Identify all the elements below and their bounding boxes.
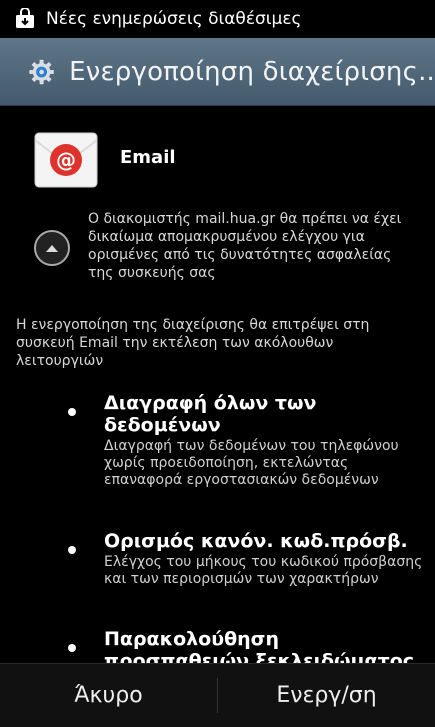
policy-title: Ορισμός κανόν. κωδ.πρόσβ. — [104, 530, 408, 552]
bullet-icon — [68, 644, 76, 652]
email-app-icon: @ — [34, 132, 98, 188]
status-notification-text: Νέες ενημερώσεις διαθέσιμες — [46, 9, 302, 29]
dialog-content[interactable]: @ Email Ο διακομιστής mail.hua.gr θα πρέ… — [0, 106, 435, 663]
app-header: @ Email — [34, 132, 176, 188]
policy-description: Διαγραφή των δεδομένων του τηλεφώνου χωρ… — [104, 438, 399, 488]
policy-description: Ελέγχος του μήκους του κωδικού πρόσβασης… — [104, 554, 423, 587]
policy-title: Διαγραφή όλων των δεδομένων — [104, 392, 317, 436]
cancel-button[interactable]: Άκυρο — [0, 664, 217, 727]
update-bag-icon — [16, 8, 34, 28]
activate-button[interactable]: Ενεργ/ση — [218, 664, 435, 727]
admin-intro-text: Η ενεργοποίηση της διαχείρισης θα επιτρέ… — [16, 317, 370, 369]
policy-title: Παρακολούθηση προσπαθειών ξεκλειδώματος … — [104, 628, 415, 663]
server-notice-text: Ο διακομιστής mail.hua.gr θα πρέπει να έ… — [88, 211, 402, 281]
dialog-title: Ενεργοποίηση διαχείρισης.. — [69, 56, 435, 87]
svg-text:@: @ — [56, 148, 76, 172]
chevron-up-icon — [46, 245, 58, 252]
bullet-icon — [68, 546, 76, 554]
collapse-button[interactable] — [34, 230, 70, 266]
bullet-icon — [68, 408, 76, 416]
status-bar: Νέες ενημερώσεις διαθέσιμες — [0, 0, 435, 38]
dialog-title-bar: Ενεργοποίηση διαχείρισης.. — [0, 38, 435, 106]
dialog-button-bar: Άκυρο Ενεργ/ση — [0, 663, 435, 727]
settings-gear-icon — [29, 59, 54, 84]
app-name: Email — [120, 146, 176, 168]
